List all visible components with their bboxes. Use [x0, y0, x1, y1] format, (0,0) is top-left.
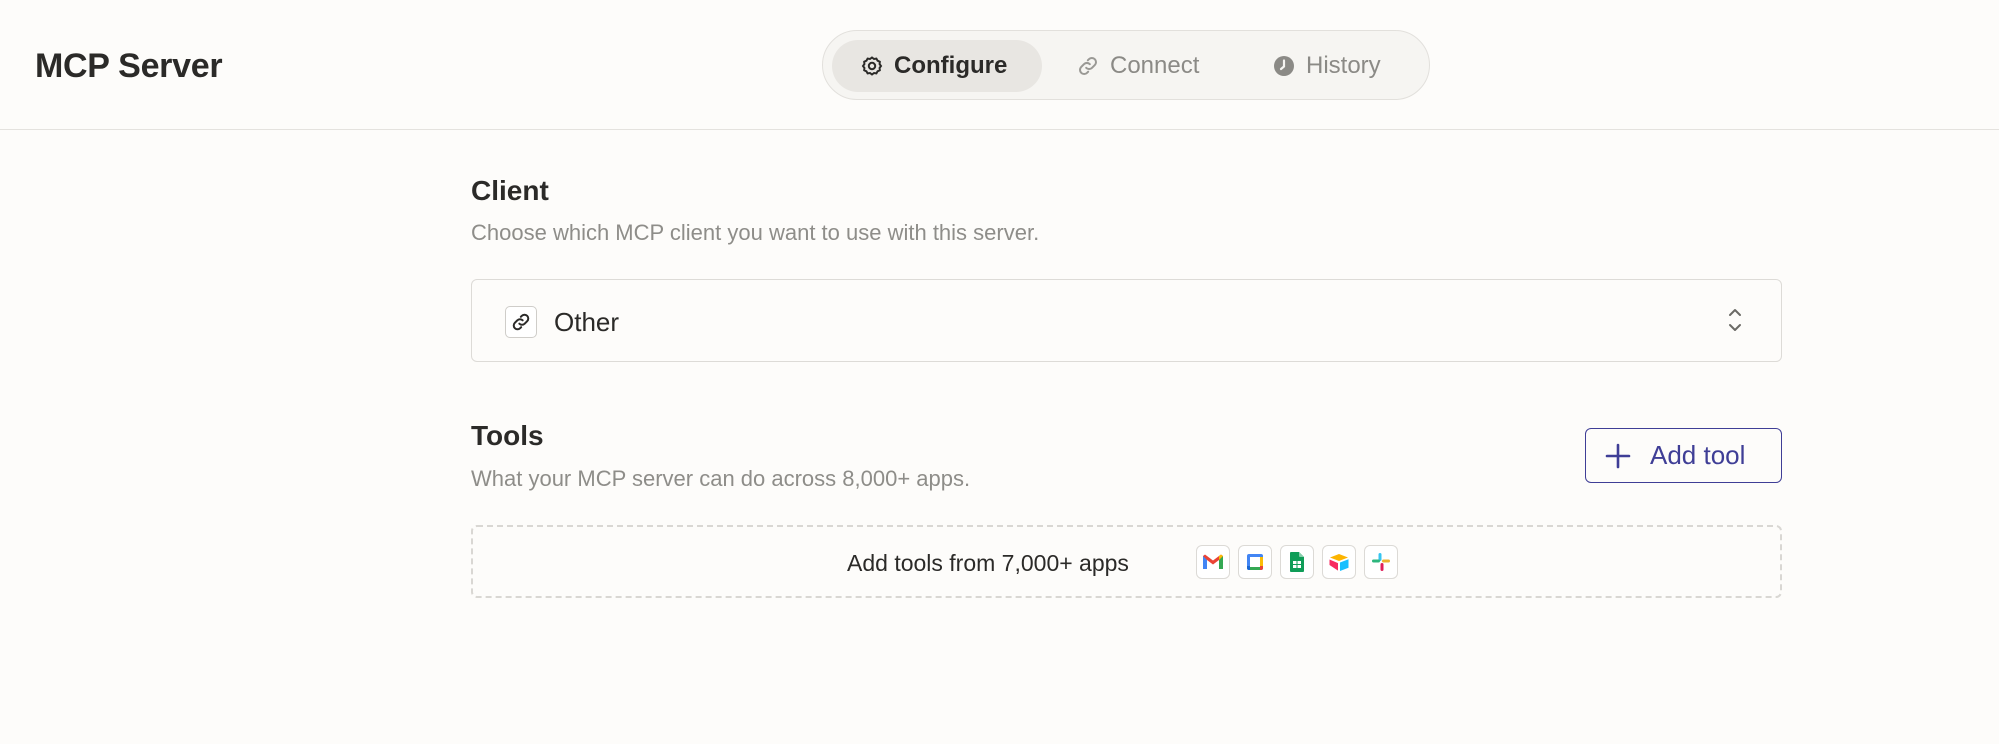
- client-select-value: Other: [554, 307, 620, 337]
- client-section-title: Client: [471, 175, 549, 206]
- gear-icon: [859, 53, 885, 79]
- tab-configure[interactable]: Configure: [832, 40, 1042, 92]
- link-icon: [505, 306, 537, 338]
- tools-section-description: What your MCP server can do across 8,000…: [471, 466, 971, 491]
- top-bar: MCP Server Configure Connect History: [0, 0, 1999, 130]
- app-icons: [1196, 545, 1398, 579]
- plus-icon: [1604, 442, 1632, 470]
- client-section-description: Choose which MCP client you want to use …: [471, 220, 1040, 245]
- chevron-up-down-icon: [1725, 304, 1745, 336]
- tab-history-label: History: [1306, 52, 1381, 79]
- slack-icon: [1364, 545, 1398, 579]
- clock-icon: [1271, 53, 1297, 79]
- google-sheets-icon: [1280, 545, 1314, 579]
- tab-history[interactable]: History: [1271, 40, 1421, 92]
- add-tools-dropzone[interactable]: Add tools from 7,000+ apps: [471, 525, 1782, 598]
- tab-configure-label: Configure: [894, 52, 1008, 79]
- add-tool-button[interactable]: Add tool: [1585, 428, 1782, 483]
- tools-section-title: Tools: [471, 420, 544, 451]
- client-select[interactable]: Other: [471, 279, 1782, 362]
- gmail-icon: [1196, 545, 1230, 579]
- link-icon: [1075, 53, 1101, 79]
- tab-connect-label: Connect: [1110, 52, 1200, 79]
- tab-connect[interactable]: Connect: [1075, 40, 1235, 92]
- page-title: MCP Server: [35, 47, 223, 85]
- dropzone-text: Add tools from 7,000+ apps: [847, 550, 1129, 576]
- add-tool-button-label: Add tool: [1650, 440, 1746, 470]
- tab-bar: Configure Connect History: [822, 30, 1430, 100]
- google-calendar-icon: [1238, 545, 1272, 579]
- airtable-icon: [1322, 545, 1356, 579]
